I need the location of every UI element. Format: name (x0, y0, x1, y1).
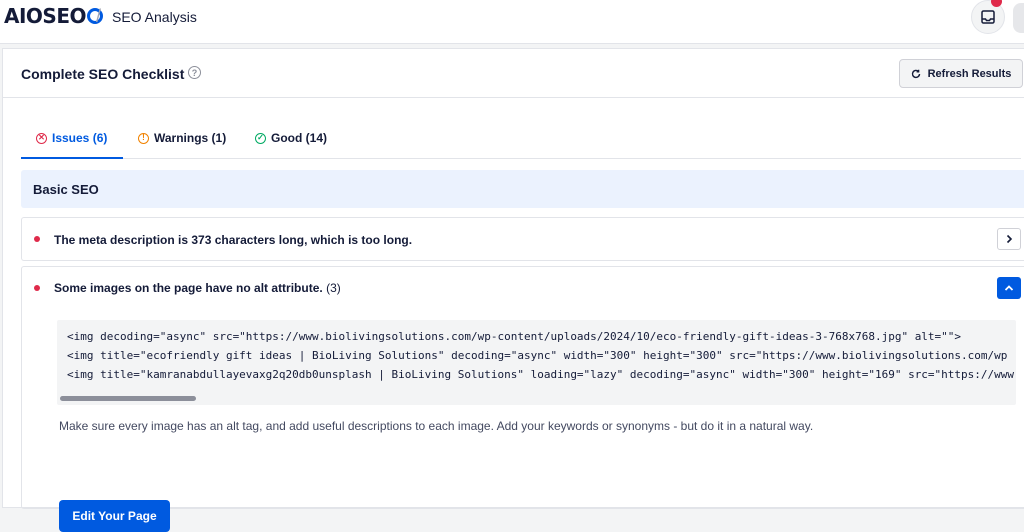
issue-hint-text: Make sure every image has an alt tag, an… (59, 419, 814, 433)
panel-header: Complete SEO Checklist ? Refresh Results (3, 49, 1024, 98)
seo-checklist-panel: Complete SEO Checklist ? Refresh Results… (2, 48, 1024, 532)
code-line: <img title="kamranabdullayevaxg2q20db0un… (67, 368, 1015, 381)
collapse-button[interactable] (997, 277, 1021, 299)
horizontal-scrollbar[interactable] (60, 396, 196, 401)
tab-issues[interactable]: ✕ Issues (6) (36, 131, 107, 145)
help-button[interactable] (1013, 3, 1024, 33)
info-circle-icon: ! (138, 132, 149, 144)
top-bar: AIO S EO / SEO Analysis (0, 0, 1024, 44)
code-line: <img decoding="async" src="https://www.b… (67, 330, 962, 343)
tab-good-label: Good (14) (271, 131, 327, 145)
code-snippet-block[interactable]: <img decoding="async" src="https://www.b… (57, 320, 1016, 405)
edit-your-page-button[interactable]: Edit Your Page (59, 500, 170, 532)
check-circle-icon: ✓ (255, 132, 266, 144)
panel-title: Complete SEO Checklist (21, 66, 185, 82)
result-tabs: ✕ Issues (6) ! Warnings (1) ✓ Good (14) (21, 119, 1021, 159)
refresh-icon (911, 69, 920, 78)
help-icon[interactable]: ? (188, 66, 201, 79)
issue-row-image-alt: Some images on the page have no alt attr… (21, 266, 1024, 532)
issue-text: Some images on the page have no alt attr… (54, 281, 341, 295)
chevron-right-icon (1006, 234, 1013, 244)
tab-warnings-label: Warnings (1) (154, 131, 227, 145)
issue-text-main: Some images on the page have no alt attr… (54, 281, 323, 295)
breadcrumb-current: SEO Analysis (112, 9, 197, 25)
x-circle-icon: ✕ (36, 132, 47, 144)
breadcrumb-separator: / (96, 6, 102, 26)
error-status-dot (34, 285, 40, 291)
active-tab-indicator (21, 157, 123, 159)
tab-issues-label: Issues (6) (52, 131, 108, 145)
refresh-results-label: Refresh Results (927, 67, 1012, 80)
section-title: Basic SEO (33, 182, 99, 197)
issue-text: The meta description is 373 characters l… (54, 233, 413, 247)
tab-warnings[interactable]: ! Warnings (1) (138, 131, 226, 145)
logo-text-suffix: EO (56, 4, 86, 28)
chevron-up-icon (1004, 285, 1014, 291)
refresh-results-button[interactable]: Refresh Results (899, 59, 1023, 88)
issue-count: (3) (326, 281, 341, 295)
code-line: <img title="ecofriendly gift ideas | Bio… (67, 349, 1008, 362)
expand-button[interactable] (997, 228, 1021, 250)
aioseo-logo[interactable]: AIO S EO (4, 4, 103, 28)
issue-row-meta-description[interactable]: The meta description is 373 characters l… (21, 217, 1024, 261)
inbox-icon (981, 10, 995, 24)
logo-text-prefix: AIO (4, 4, 43, 28)
tab-good[interactable]: ✓ Good (14) (255, 131, 327, 145)
error-status-dot (34, 236, 40, 242)
section-header-basic-seo: Basic SEO (21, 170, 1024, 208)
